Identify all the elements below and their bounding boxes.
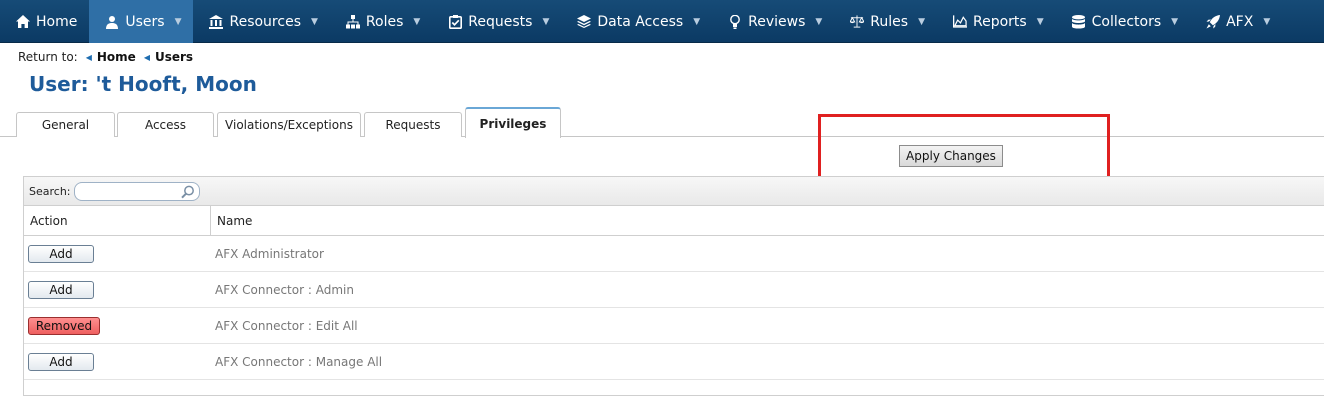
nav-item-reviews[interactable]: Reviews ▼ bbox=[712, 0, 834, 43]
nav-label-requests: Requests bbox=[468, 13, 533, 30]
nav-label-rules: Rules bbox=[870, 13, 909, 30]
tab-privileges[interactable]: Privileges bbox=[465, 107, 561, 138]
home-icon bbox=[16, 15, 30, 29]
nav-item-resources[interactable]: Resources ▼ bbox=[193, 0, 329, 43]
add-button[interactable]: Add bbox=[28, 280, 94, 299]
nav-label-data-access: Data Access bbox=[597, 13, 684, 30]
chevron-down-icon: ▼ bbox=[542, 16, 550, 27]
tab-general[interactable]: General bbox=[16, 112, 115, 137]
chevron-down-icon: ▼ bbox=[1263, 16, 1271, 27]
chevron-down-icon: ▼ bbox=[918, 16, 925, 27]
nav-item-home[interactable]: Home bbox=[0, 0, 89, 43]
chevron-down-icon: ▼ bbox=[174, 16, 182, 27]
nav-label-home: Home bbox=[36, 13, 78, 30]
nav-label-resources: Resources bbox=[229, 13, 301, 30]
chevron-down-icon: ▼ bbox=[413, 16, 421, 27]
tab-violations-exceptions[interactable]: Violations/Exceptions bbox=[217, 112, 361, 137]
bank-icon bbox=[209, 14, 224, 29]
clipboard-check-icon bbox=[448, 14, 462, 29]
chevron-down-icon: ▼ bbox=[310, 16, 318, 27]
rocket-icon bbox=[1206, 14, 1221, 29]
privilege-name: AFX Administrator bbox=[215, 246, 324, 261]
chevron-down-icon: ▼ bbox=[1171, 16, 1179, 27]
table-row: Removed AFX Connector : Edit All bbox=[24, 308, 1324, 344]
tab-bar: General Access Violations/Exceptions Req… bbox=[0, 107, 1324, 138]
scale-icon bbox=[850, 15, 865, 29]
triangle-left-icon: ◀ bbox=[143, 52, 150, 62]
nav-item-rules[interactable]: Rules ▼ bbox=[834, 0, 937, 43]
column-header-name[interactable]: Name bbox=[211, 206, 252, 235]
nav-label-reviews: Reviews bbox=[748, 13, 806, 30]
page-title: User: 't Hooft, Moon bbox=[29, 72, 257, 96]
nav-label-users: Users bbox=[125, 13, 165, 30]
nav-label-afx: AFX bbox=[1226, 13, 1254, 30]
layers-icon bbox=[577, 15, 592, 29]
search-label: Search: bbox=[29, 184, 71, 198]
breadcrumb-link-home[interactable]: Home bbox=[97, 50, 136, 64]
removed-button[interactable]: Removed bbox=[28, 316, 100, 335]
grid-search-bar: Search: bbox=[24, 177, 1324, 206]
user-icon bbox=[105, 15, 119, 29]
add-button[interactable]: Add bbox=[28, 244, 94, 263]
privilege-name: AFX Connector : Edit All bbox=[215, 318, 358, 333]
nav-label-reports: Reports bbox=[973, 13, 1027, 30]
org-chart-icon bbox=[345, 14, 360, 29]
triangle-left-icon: ◀ bbox=[85, 52, 92, 62]
column-header-action[interactable]: Action bbox=[24, 206, 211, 235]
nav-item-users[interactable]: Users ▼ bbox=[89, 0, 194, 43]
nav-item-requests[interactable]: Requests ▼ bbox=[432, 0, 561, 43]
search-input[interactable] bbox=[73, 181, 200, 202]
nav-item-data-access[interactable]: Data Access ▼ bbox=[561, 0, 712, 43]
search-icon[interactable] bbox=[180, 185, 195, 202]
nav-item-afx[interactable]: AFX ▼ bbox=[1190, 0, 1282, 43]
table-row: Add AFX Connector : Manage All bbox=[24, 344, 1324, 380]
chevron-down-icon: ▼ bbox=[1036, 16, 1044, 27]
table-row: Add AFX Connector : Admin bbox=[24, 272, 1324, 308]
privileges-grid: Search: Action Name Add AFX Administrato… bbox=[23, 176, 1324, 396]
chevron-down-icon: ▼ bbox=[815, 16, 823, 27]
nav-label-roles: Roles bbox=[365, 13, 404, 30]
table-row: Add AFX Administrator bbox=[24, 236, 1324, 272]
lightbulb-icon bbox=[728, 14, 742, 29]
top-navigation-bar: Home Users ▼ Resources ▼ Roles ▼ Request… bbox=[0, 0, 1324, 43]
add-button[interactable]: Add bbox=[28, 352, 94, 371]
tab-requests[interactable]: Requests bbox=[364, 112, 462, 137]
nav-item-reports[interactable]: Reports ▼ bbox=[937, 0, 1056, 43]
chevron-down-icon: ▼ bbox=[693, 16, 701, 27]
privilege-name: AFX Connector : Admin bbox=[215, 282, 354, 297]
privilege-name: AFX Connector : Manage All bbox=[215, 354, 383, 369]
tab-access[interactable]: Access bbox=[117, 112, 214, 137]
nav-item-collectors[interactable]: Collectors ▼ bbox=[1056, 0, 1190, 43]
breadcrumb: Return to: ◀ Home ◀ Users bbox=[18, 50, 193, 64]
breadcrumb-link-users[interactable]: Users bbox=[155, 50, 193, 64]
nav-item-roles[interactable]: Roles ▼ bbox=[330, 0, 432, 43]
nav-label-collectors: Collectors bbox=[1091, 13, 1162, 30]
area-chart-icon bbox=[953, 15, 967, 29]
grid-header-row: Action Name bbox=[24, 206, 1324, 236]
breadcrumb-prefix: Return to: bbox=[18, 50, 78, 64]
database-icon bbox=[1072, 14, 1086, 29]
